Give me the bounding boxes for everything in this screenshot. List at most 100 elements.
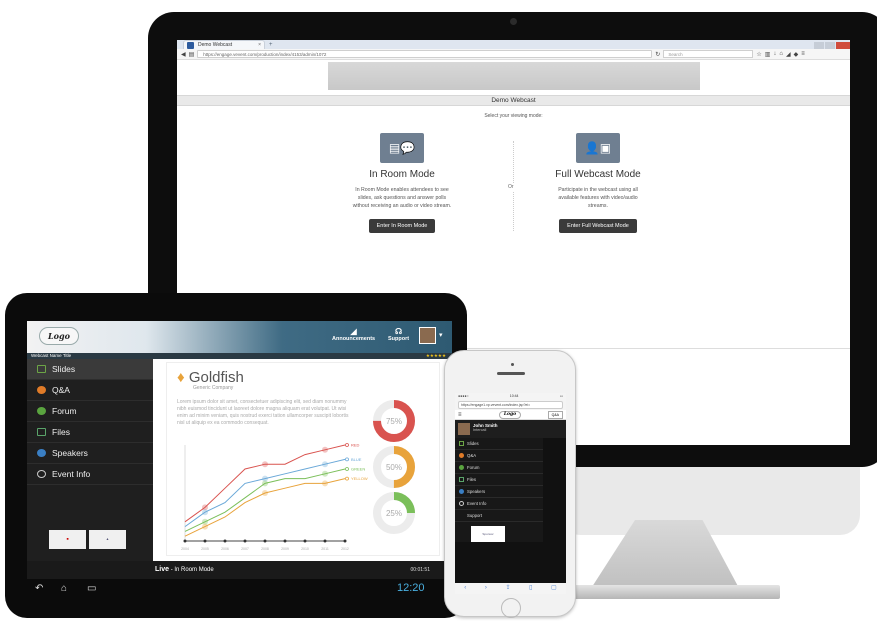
announcements-label: Announcements	[332, 336, 376, 342]
menu-item-event-info[interactable]: Event Info	[455, 498, 543, 510]
bookmarks-icon[interactable]: ▯	[529, 583, 532, 594]
sponsor-logo[interactable]: ■	[49, 530, 86, 549]
android-nav-bar: ↶ ⌂ ▭ 12:20	[27, 579, 452, 603]
sidebar-item-files[interactable]: Files	[27, 422, 153, 443]
series-label: YELLOW	[351, 476, 368, 481]
menu-item-forum[interactable]: Forum	[455, 462, 543, 474]
back-icon[interactable]: ↶	[35, 583, 43, 594]
enter-in-room-mode-button[interactable]: Enter In Room Mode	[368, 219, 436, 233]
live-label: Live	[155, 566, 170, 573]
headset-icon: ☊	[394, 327, 403, 336]
menu-icon[interactable]: ≡	[801, 51, 805, 57]
phone-logo: Logo	[499, 411, 521, 419]
new-tab-icon[interactable]: +	[269, 41, 273, 49]
chevron-down-icon[interactable]: ▾	[439, 331, 443, 339]
full-webcast-mode-card: 👤▣ Full Webcast Mode Participate in the …	[537, 133, 659, 233]
line-chart: 2004 2005 2006 2007 2008 2009 2010 2011 2012 RED B…	[181, 400, 415, 551]
speakers-icon	[459, 489, 464, 494]
back-icon[interactable]: ◀	[181, 51, 186, 58]
mode-label: - In Room Mode	[170, 567, 214, 573]
presenter-screen-icon: 👤▣	[576, 133, 620, 163]
speakers-icon	[37, 449, 46, 457]
home-icon[interactable]: ⌂	[779, 51, 783, 57]
support-label: Support	[388, 336, 410, 342]
page-banner	[327, 62, 700, 90]
menu-item-label: Support	[467, 512, 483, 518]
qa-icon	[37, 386, 46, 394]
x-tick-label: 2012	[341, 547, 349, 551]
phone-home-button[interactable]	[501, 598, 521, 618]
menu-item-label: Slides	[467, 440, 479, 446]
monitor-stand-base	[560, 585, 780, 599]
address-bar[interactable]: https://engage.vevent.com/production/ind…	[197, 50, 653, 58]
pocket-icon[interactable]: ◢	[786, 51, 791, 58]
library-icon[interactable]: ▥	[765, 51, 771, 58]
page-title: Demo Webcast	[177, 95, 850, 106]
donut-label: 25%	[386, 509, 402, 518]
info-icon	[37, 470, 46, 478]
x-tick-label: 2006	[221, 547, 229, 551]
menu-item-slides[interactable]: Slides	[455, 438, 543, 450]
series-label: GREEN	[351, 467, 365, 472]
avatar[interactable]	[419, 327, 436, 344]
legend-marker	[345, 476, 349, 481]
hamburger-menu-icon[interactable]: ≡	[458, 412, 462, 418]
enter-full-webcast-mode-button[interactable]: Enter Full Webcast Mode	[559, 219, 637, 233]
browser-tab[interactable]: Demo Webcast ×	[183, 40, 265, 49]
slide: ♦ Goldfish Generic Company Lorem ipsum d…	[167, 363, 439, 555]
in-room-mode-description: In Room Mode enables attendees to see sl…	[352, 187, 452, 209]
announcements-button[interactable]: ◢ Announcements	[332, 327, 375, 342]
phone-address-bar[interactable]: https://engage1.vp.vevent.com/index.jsp?…	[458, 401, 563, 409]
in-room-mode-title: In Room Mode	[369, 169, 435, 180]
close-window-button[interactable]	[836, 42, 850, 49]
forward-icon[interactable]: ›	[485, 583, 487, 594]
sidebar-item-slides[interactable]: Slides	[27, 359, 153, 380]
menu-item-label: Forum	[467, 464, 480, 470]
download-icon[interactable]: ↓	[773, 51, 776, 57]
search-input[interactable]: Search	[663, 50, 754, 58]
menu-item-qa[interactable]: Q&A	[455, 450, 543, 462]
donut-label: 50%	[386, 463, 402, 472]
series-line	[184, 478, 346, 537]
sidebar-item-qa[interactable]: Q&A	[27, 380, 153, 401]
maximize-button[interactable]	[825, 42, 835, 49]
sidebar-item-label: Speakers	[52, 448, 88, 458]
sidebar-item-event-info[interactable]: Event Info	[27, 464, 153, 485]
qa-button[interactable]: Q&A	[547, 411, 563, 419]
reload-icon[interactable]: ↻	[655, 51, 660, 58]
menu-item-files[interactable]: Files	[455, 474, 543, 486]
tablet-logo: Logo	[39, 327, 79, 345]
series-point	[322, 470, 328, 477]
menu-item-label: Files	[467, 476, 477, 482]
back-icon[interactable]: ‹	[464, 583, 466, 594]
x-tick-label: 2005	[201, 547, 209, 551]
menu-item-speakers[interactable]: Speakers	[455, 486, 543, 498]
series-point	[202, 523, 208, 530]
phone-user-card: John Smith Intercall	[455, 420, 566, 438]
sidebar-item-forum[interactable]: Forum	[27, 401, 153, 422]
recents-icon[interactable]: ▭	[87, 583, 96, 594]
sidebar-item-speakers[interactable]: Speakers	[27, 443, 153, 464]
close-tab-icon[interactable]: ×	[258, 41, 261, 49]
slides-icon	[37, 365, 46, 373]
extension-icon[interactable]: ◆	[794, 51, 799, 58]
bookmark-star-icon[interactable]: ☆	[756, 51, 761, 58]
sponsor-logo[interactable]: ▲	[89, 530, 126, 549]
menu-item-support[interactable]: Support	[455, 510, 543, 522]
sidebar-item-label: Slides	[52, 364, 76, 374]
share-icon[interactable]: ⇪	[505, 583, 510, 594]
support-button[interactable]: ☊ Support	[388, 327, 409, 342]
phone-speaker	[497, 372, 525, 375]
x-tick-label: 2011	[321, 547, 329, 551]
sponsor-logo[interactable]: Sponsor	[471, 526, 505, 542]
minimize-button[interactable]	[814, 42, 824, 49]
series-point	[262, 461, 268, 468]
home-icon[interactable]: ⌂	[61, 583, 67, 594]
clock: 12:20	[397, 582, 425, 594]
page-info-icon[interactable]: ▤	[189, 51, 195, 58]
x-tick-dot	[323, 539, 327, 543]
tabs-icon[interactable]: ▢	[551, 583, 557, 594]
x-tick-dot	[243, 539, 247, 543]
legend-marker	[345, 457, 349, 462]
series-point	[322, 461, 328, 468]
